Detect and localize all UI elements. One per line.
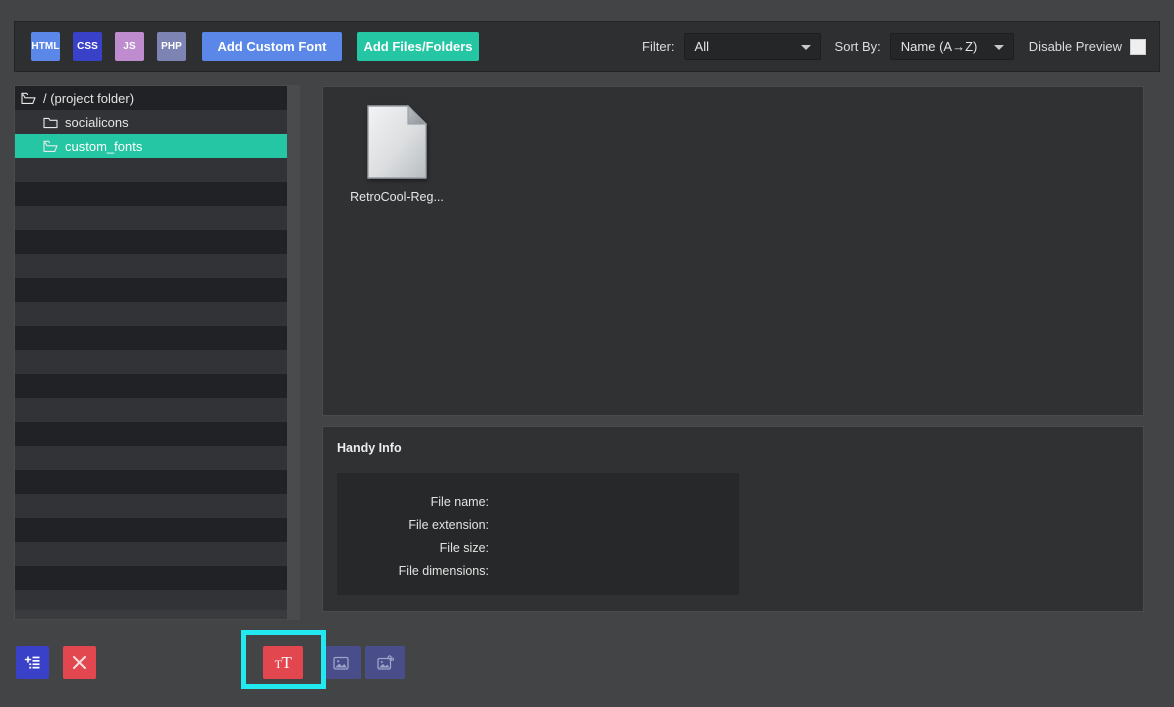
tree-item-label: socialicons xyxy=(65,114,129,130)
handy-info-row: File size: xyxy=(337,536,739,559)
handy-info-box: File name: File extension: File size: File … xyxy=(337,473,739,595)
document-icon xyxy=(367,105,428,179)
tree-bottom-strip xyxy=(15,610,289,619)
tree-empty-row xyxy=(15,398,289,422)
close-x-icon xyxy=(72,655,87,670)
add-to-list-icon xyxy=(24,656,40,669)
tree-empty-row xyxy=(15,542,289,566)
font-tool-button[interactable]: TT xyxy=(263,646,303,679)
file-item-caption: RetroCool-Reg... xyxy=(350,190,444,204)
sort-by-select[interactable]: Name (A→Z) xyxy=(889,33,1014,60)
file-item[interactable]: RetroCool-Reg... xyxy=(345,101,449,204)
tree-item-label: custom_fonts xyxy=(65,138,143,154)
tree-empty-row xyxy=(15,182,289,206)
font-file-manager-dialog: HTML CSS JS PHP Add Custom Font Add File… xyxy=(0,0,1174,707)
handy-info-row-label: File name: xyxy=(430,494,489,509)
folder-closed-icon xyxy=(43,117,58,128)
image-icon xyxy=(333,656,349,670)
file-preview-panel: RetroCool-Reg... xyxy=(322,86,1144,416)
tree-empty-row xyxy=(15,566,289,590)
image-sparkle-icon xyxy=(377,654,395,670)
handy-info-row-label: File dimensions: xyxy=(398,563,489,578)
add-files-folders-button[interactable]: Add Files/Folders xyxy=(357,32,479,61)
folder-open-icon xyxy=(43,140,58,152)
handy-info-rows: File name: File extension: File size: File … xyxy=(337,473,739,582)
tree-empty-row xyxy=(15,326,289,350)
handy-info-row: File extension: xyxy=(337,513,739,536)
folder-open-icon xyxy=(21,92,36,104)
tree-item-project-folder[interactable]: / (project folder) xyxy=(15,86,289,110)
tag-label-js: JS xyxy=(123,41,136,52)
toolbar-right-group: Filter: All Sort By: Name (A→Z) Disable … xyxy=(642,33,1146,60)
tag-button-php[interactable]: PHP xyxy=(157,32,186,61)
tag-button-html[interactable]: HTML xyxy=(31,32,60,61)
tree-item-socialicons[interactable]: socialicons xyxy=(15,110,289,134)
handy-info-row: File name: xyxy=(337,490,739,513)
add-files-folders-label: Add Files/Folders xyxy=(363,39,473,54)
tree-empty-row xyxy=(15,230,289,254)
filter-label: Filter: xyxy=(642,39,675,54)
chevron-down-icon xyxy=(800,44,811,50)
tree-empty-row xyxy=(15,422,289,446)
image-effects-tool-button[interactable] xyxy=(365,646,405,679)
image-tool-button[interactable] xyxy=(321,646,361,679)
delete-button[interactable] xyxy=(63,646,96,679)
filter-select[interactable]: All xyxy=(683,33,821,60)
add-to-list-button[interactable] xyxy=(16,646,49,679)
handy-info-row-label: File size: xyxy=(439,540,489,555)
handy-info-title: Handy Info xyxy=(337,441,402,455)
tree-item-label: / (project folder) xyxy=(43,90,135,106)
tree-empty-row xyxy=(15,470,289,494)
add-custom-font-button[interactable]: Add Custom Font xyxy=(202,32,342,61)
sort-by-selected-value: Name (A→Z) xyxy=(900,39,978,54)
file-tree-list: / (project folder) socialicons custom_font… xyxy=(15,86,289,614)
add-custom-font-label: Add Custom Font xyxy=(217,39,327,54)
tag-button-js[interactable]: JS xyxy=(115,32,144,61)
tag-label-css: CSS xyxy=(77,41,98,52)
tree-item-custom_fonts[interactable]: custom_fonts xyxy=(15,134,289,158)
bottom-toolbar: TT Replace Files Remove Files xyxy=(0,628,1174,707)
tree-empty-row xyxy=(15,374,289,398)
tag-label-php: PHP xyxy=(161,41,182,52)
file-grid: RetroCool-Reg... xyxy=(323,87,1143,204)
sort-by-label: Sort By: xyxy=(834,39,881,54)
disable-preview-label: Disable Preview xyxy=(1028,39,1122,54)
chevron-down-icon xyxy=(993,44,1004,50)
tree-vertical-scrollbar[interactable] xyxy=(287,86,299,619)
tree-empty-row xyxy=(15,278,289,302)
filter-selected-value: All xyxy=(694,39,709,54)
font-tool-label: TT xyxy=(274,653,292,672)
tag-label-html: HTML xyxy=(31,41,60,52)
tree-empty-row xyxy=(15,206,289,230)
tree-empty-row xyxy=(15,518,289,542)
tree-empty-row xyxy=(15,254,289,278)
tree-empty-row xyxy=(15,302,289,326)
tree-empty-row xyxy=(15,350,289,374)
file-tree-panel: / (project folder) socialicons custom_font… xyxy=(14,85,300,620)
disable-preview-checkbox[interactable] xyxy=(1130,38,1146,55)
tree-empty-row xyxy=(15,158,289,182)
handy-info-row: File dimensions: xyxy=(337,559,739,582)
tree-empty-row xyxy=(15,446,289,470)
handy-info-panel: Handy Info File name: File extension: File… xyxy=(322,426,1144,612)
tag-button-css[interactable]: CSS xyxy=(73,32,102,61)
top-toolbar: HTML CSS JS PHP Add Custom Font Add File… xyxy=(14,21,1160,72)
tree-empty-row xyxy=(15,494,289,518)
handy-info-row-label: File extension: xyxy=(408,517,489,532)
